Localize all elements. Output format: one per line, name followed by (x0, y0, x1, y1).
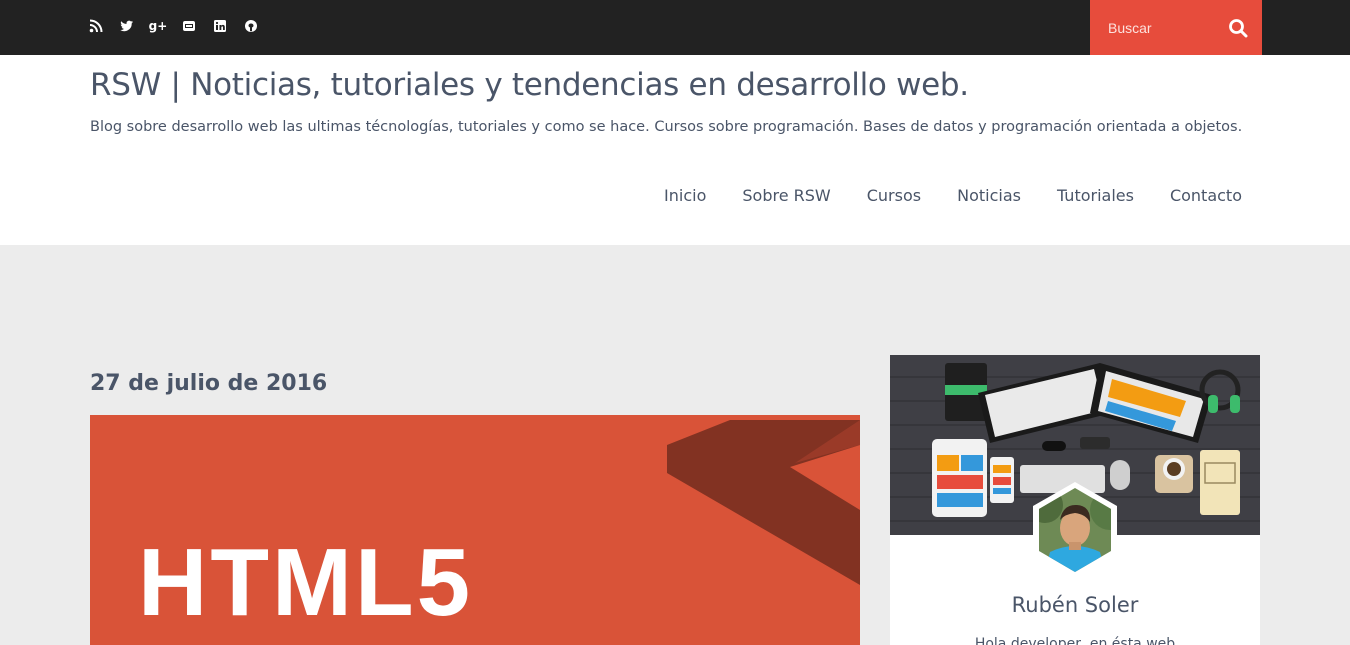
profile-bio: Hola developer, en ésta web (974, 636, 1176, 645)
nav-item-contacto[interactable]: Contacto (1170, 186, 1242, 205)
twitter-icon[interactable] (119, 18, 135, 34)
post-featured-image[interactable]: HTML5 (90, 415, 860, 645)
search-icon[interactable] (1228, 18, 1248, 38)
nav-item-sobre-rsw[interactable]: Sobre RSW (742, 186, 830, 205)
linkedin-icon[interactable] (212, 18, 228, 34)
top-bar: g+ (0, 0, 1350, 55)
nav-item-inicio[interactable]: Inicio (664, 186, 706, 205)
site-title[interactable]: RSW | Noticias, tutoriales y tendencias … (90, 67, 969, 103)
rss-icon[interactable] (88, 18, 104, 34)
post-date: 27 de julio de 2016 (90, 371, 328, 396)
site-tagline: Blog sobre desarrollo web las ultimas té… (90, 119, 1243, 135)
search-input[interactable] (1106, 18, 1220, 37)
author-profile-card: Rubén Soler Hola developer, en ésta web (890, 355, 1260, 645)
nav-item-noticias[interactable]: Noticias (957, 186, 1021, 205)
youtube-icon[interactable] (181, 18, 197, 34)
html5-logo-text: HTML5 (138, 529, 473, 636)
google-plus-icon[interactable]: g+ (149, 18, 168, 34)
site-header: RSW | Noticias, tutoriales y tendencias … (0, 55, 1350, 245)
profile-name: Rubén Soler (1011, 593, 1139, 617)
social-links: g+ (88, 18, 259, 34)
github-icon[interactable] (243, 18, 259, 34)
search-box (1090, 0, 1262, 55)
nav-item-cursos[interactable]: Cursos (867, 186, 921, 205)
main-nav: Inicio Sobre RSW Cursos Noticias Tutoria… (664, 186, 1242, 205)
nav-item-tutoriales[interactable]: Tutoriales (1057, 186, 1134, 205)
avatar[interactable] (1025, 480, 1125, 580)
